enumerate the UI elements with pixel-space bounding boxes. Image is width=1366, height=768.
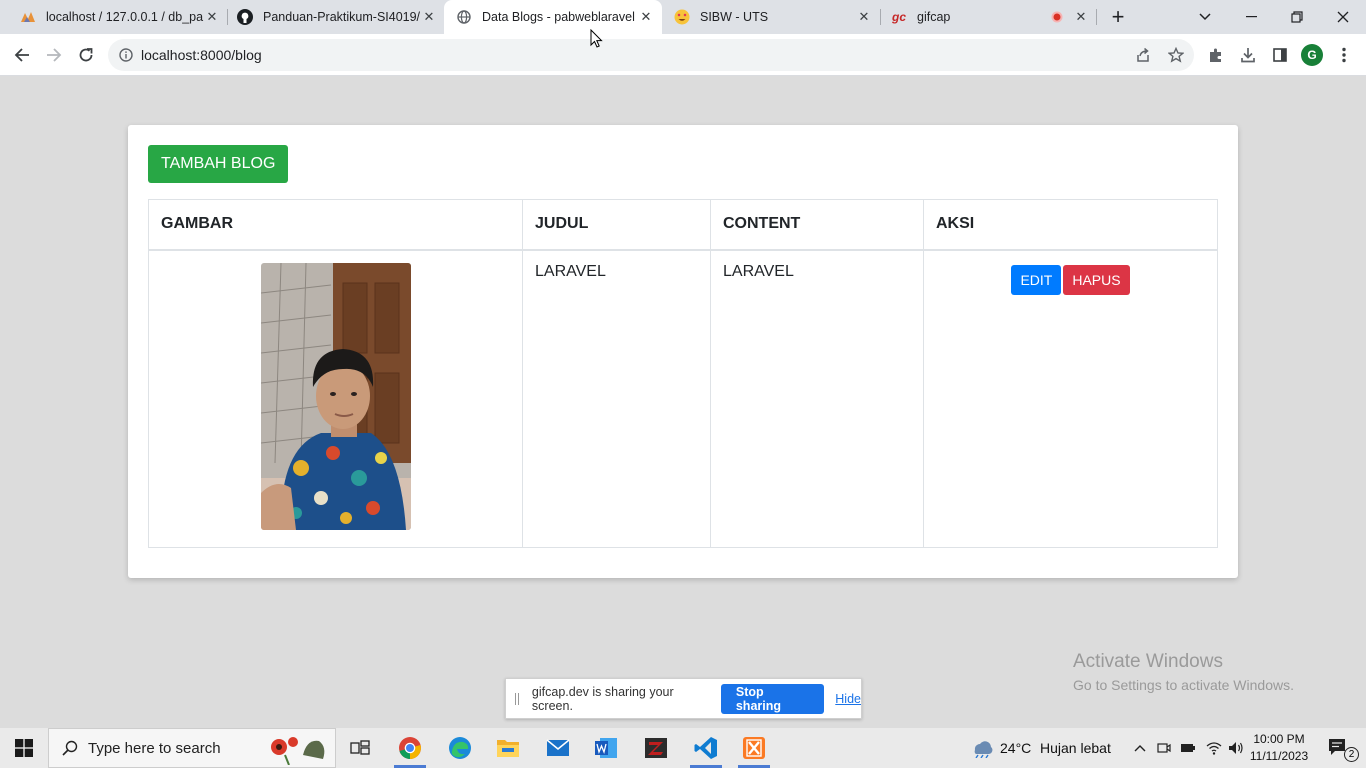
close-icon[interactable]: ✕ bbox=[638, 9, 654, 25]
tab-sibw-uts[interactable]: SIBW - UTS ✕ bbox=[674, 0, 872, 34]
tab-phpmyadmin[interactable]: localhost / 127.0.0.1 / db_pa ✕ bbox=[20, 0, 220, 34]
tab-search-button[interactable] bbox=[1182, 0, 1228, 34]
taskbar-search[interactable]: Type here to search bbox=[48, 728, 336, 768]
share-icon[interactable] bbox=[1135, 47, 1151, 63]
address-bar[interactable]: localhost:8000/blog bbox=[108, 39, 1194, 71]
close-icon[interactable]: ✕ bbox=[421, 9, 437, 25]
close-window-button[interactable] bbox=[1320, 0, 1366, 34]
screen-share-bar: gifcap.dev is sharing your screen. Stop … bbox=[505, 678, 862, 719]
table-row: LARAVEL LARAVEL EDIT HAPUS bbox=[148, 249, 1218, 548]
close-icon[interactable]: ✕ bbox=[1073, 9, 1089, 25]
blog-table: GAMBAR JUDUL CONTENT AKSI LARAVEL LARAVE… bbox=[148, 199, 1218, 548]
globe-icon bbox=[456, 9, 472, 25]
blog-card: TAMBAH BLOG GAMBAR JUDUL CONTENT AKSI LA… bbox=[128, 125, 1238, 578]
drag-handle-icon[interactable] bbox=[515, 692, 519, 705]
taskbar-explorer-icon[interactable] bbox=[484, 728, 532, 768]
chevron-up-icon[interactable] bbox=[1130, 728, 1150, 768]
header-content: CONTENT bbox=[710, 199, 924, 251]
clock-date: 11/11/2023 bbox=[1249, 749, 1309, 763]
aksi-cell: EDIT HAPUS bbox=[923, 249, 1218, 548]
tab-separator bbox=[227, 9, 228, 25]
meet-now-icon[interactable] bbox=[1154, 728, 1174, 768]
search-highlight-icon bbox=[265, 733, 329, 765]
notification-icon[interactable]: 2 bbox=[1320, 728, 1360, 768]
download-icon[interactable] bbox=[1232, 39, 1264, 71]
weather-icon[interactable] bbox=[968, 728, 996, 768]
tab-title: Panduan-Praktikum-SI4019/ bbox=[263, 10, 421, 24]
wifi-icon[interactable] bbox=[1203, 728, 1225, 768]
side-panel-icon[interactable] bbox=[1264, 39, 1296, 71]
taskbar-mail-icon[interactable] bbox=[534, 728, 582, 768]
clock-time: 10:00 PM bbox=[1253, 732, 1305, 746]
phpmyadmin-icon bbox=[20, 9, 36, 25]
github-icon bbox=[237, 9, 253, 25]
activate-subtitle: Go to Settings to activate Windows. bbox=[1073, 677, 1294, 693]
emoji-icon bbox=[674, 9, 690, 25]
gifcap-icon: gc bbox=[891, 10, 906, 24]
reload-button[interactable] bbox=[70, 39, 102, 71]
tab-github[interactable]: Panduan-Praktikum-SI4019/ ✕ bbox=[237, 0, 437, 34]
back-button[interactable] bbox=[6, 39, 38, 71]
windows-taskbar: Type here to search 24°C Hujan lebat 10:… bbox=[0, 728, 1366, 768]
tab-strip: localhost / 127.0.0.1 / db_pa ✕ Panduan-… bbox=[0, 0, 1366, 34]
stop-sharing-button[interactable]: Stop sharing bbox=[720, 683, 825, 714]
browser-toolbar: localhost:8000/blog G bbox=[0, 34, 1366, 76]
mouse-pointer-icon bbox=[590, 28, 603, 53]
header-judul: JUDUL bbox=[522, 199, 711, 251]
close-icon[interactable]: ✕ bbox=[856, 9, 872, 25]
close-icon[interactable]: ✕ bbox=[204, 9, 220, 25]
taskbar-clock[interactable]: 10:00 PM 11/11/2023 bbox=[1243, 731, 1315, 765]
site-info-icon[interactable] bbox=[119, 48, 133, 62]
taskbar-vscode-icon[interactable] bbox=[682, 728, 730, 768]
header-gambar: GAMBAR bbox=[148, 199, 523, 251]
profile-avatar[interactable]: G bbox=[1301, 44, 1323, 66]
table-header-row: GAMBAR JUDUL CONTENT AKSI bbox=[148, 199, 1218, 251]
header-aksi: AKSI bbox=[923, 199, 1218, 251]
delete-button[interactable]: HAPUS bbox=[1063, 264, 1130, 295]
tab-title: Data Blogs - pabweblaravel bbox=[482, 10, 635, 24]
bookmark-star-icon[interactable] bbox=[1168, 47, 1184, 63]
restore-button[interactable] bbox=[1274, 0, 1320, 34]
weather-temperature[interactable]: 24°C bbox=[1000, 728, 1031, 768]
notification-badge: 2 bbox=[1344, 747, 1359, 762]
taskbar-edge-icon[interactable] bbox=[436, 728, 484, 768]
tab-title: SIBW - UTS bbox=[700, 10, 769, 24]
search-placeholder: Type here to search bbox=[88, 739, 221, 757]
taskbar-xampp-icon[interactable] bbox=[730, 728, 778, 768]
start-button[interactable] bbox=[0, 728, 48, 768]
gambar-cell bbox=[148, 249, 523, 548]
tab-separator bbox=[880, 9, 881, 25]
share-message: gifcap.dev is sharing your screen. bbox=[531, 684, 674, 713]
edit-button[interactable]: EDIT bbox=[1011, 264, 1062, 295]
battery-icon[interactable] bbox=[1178, 728, 1198, 768]
taskbar-word-icon[interactable] bbox=[582, 728, 630, 768]
taskbar-filezilla-icon[interactable] bbox=[632, 728, 680, 768]
menu-dots-icon[interactable] bbox=[1328, 39, 1360, 71]
forward-button[interactable] bbox=[38, 39, 70, 71]
judul-cell: LARAVEL bbox=[522, 249, 711, 548]
hide-link[interactable]: Hide bbox=[835, 692, 861, 706]
search-icon bbox=[62, 740, 78, 756]
tab-title: localhost / 127.0.0.1 / db_pa bbox=[46, 10, 204, 24]
tab-gifcap[interactable]: gc gifcap ✕ bbox=[891, 0, 1089, 34]
content-cell: LARAVEL bbox=[710, 249, 924, 548]
url-text: localhost:8000/blog bbox=[141, 47, 262, 63]
add-blog-button[interactable]: TAMBAH BLOG bbox=[148, 145, 289, 183]
weather-description[interactable]: Hujan lebat bbox=[1040, 728, 1111, 768]
taskbar-chrome-icon[interactable] bbox=[386, 728, 434, 768]
blog-photo bbox=[260, 262, 411, 530]
new-tab-button[interactable]: + bbox=[1100, 0, 1136, 34]
tab-data-blogs[interactable]: Data Blogs - pabweblaravel ✕ bbox=[444, 0, 662, 34]
activate-windows-watermark: Activate Windows Go to Settings to activ… bbox=[1073, 651, 1294, 693]
recording-indicator-icon bbox=[1049, 9, 1065, 25]
tab-separator bbox=[1096, 9, 1097, 25]
minimize-button[interactable] bbox=[1228, 0, 1274, 34]
task-view-icon[interactable] bbox=[342, 728, 378, 768]
tab-title: gifcap bbox=[917, 10, 951, 24]
activate-title: Activate Windows bbox=[1073, 651, 1223, 672]
extensions-icon[interactable] bbox=[1200, 39, 1232, 71]
